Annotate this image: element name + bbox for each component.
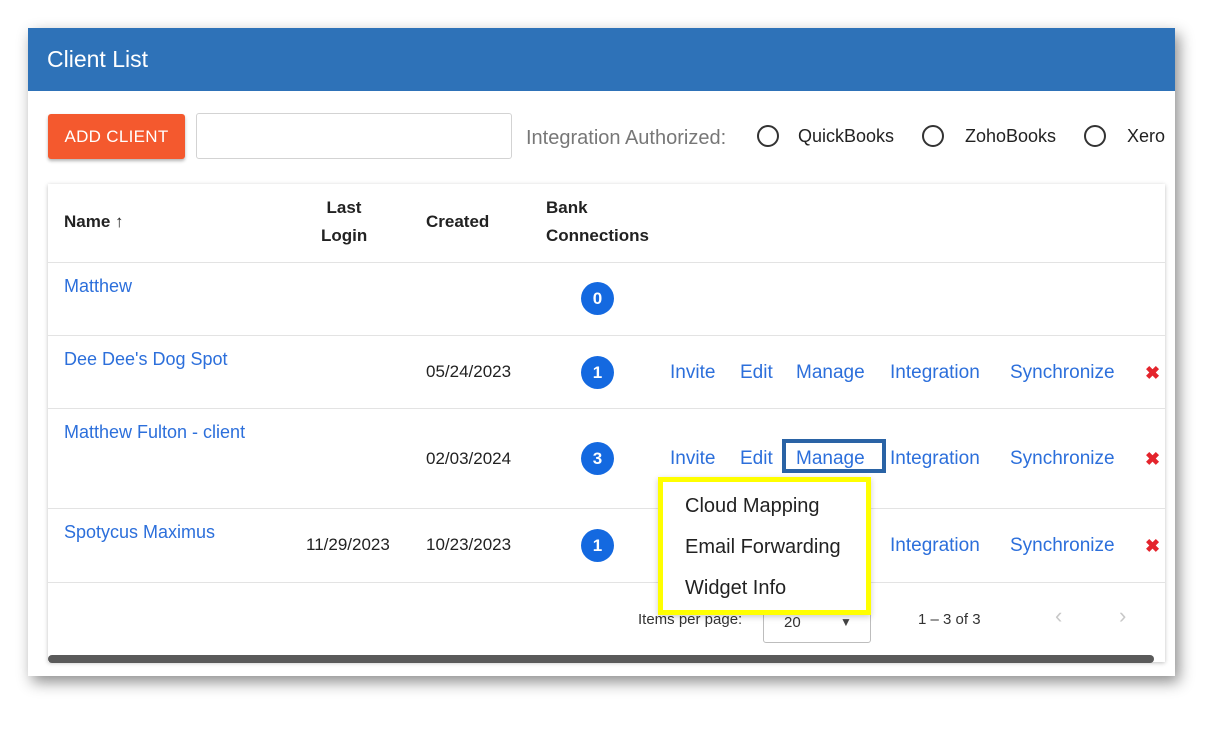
bank-connections-badge: 0 <box>581 282 614 315</box>
invite-link[interactable]: Invite <box>670 362 715 384</box>
integration-link[interactable]: Integration <box>890 535 980 557</box>
synchronize-link[interactable]: Synchronize <box>1010 362 1115 384</box>
menu-item-email-forwarding[interactable]: Email Forwarding <box>685 536 841 559</box>
created-date: 10/23/2023 <box>426 535 512 554</box>
invite-link[interactable]: Invite <box>670 448 715 470</box>
radio-label-xero: Xero <box>1127 126 1166 146</box>
row-divider <box>48 262 1165 263</box>
bank-connections-badge: 1 <box>581 356 614 389</box>
delete-icon[interactable]: ✖ <box>1145 449 1160 470</box>
row-divider <box>48 408 1165 409</box>
bank-connections-badge: 3 <box>581 442 614 475</box>
horizontal-scrollbar[interactable] <box>48 655 1154 663</box>
client-name-link[interactable]: Matthew <box>64 276 132 297</box>
column-header-last-login[interactable]: Last Login <box>321 194 367 250</box>
client-table: Name ↑ Last Login Created Bank Connectio… <box>48 184 1165 663</box>
chevron-down-icon: ▼ <box>840 615 852 629</box>
client-list-window: Client List ADD CLIENT Integration Autho… <box>28 28 1175 676</box>
sort-ascending-icon: ↑ <box>115 212 124 231</box>
synchronize-link[interactable]: Synchronize <box>1010 448 1115 470</box>
manage-link[interactable]: Manage <box>796 362 865 384</box>
last-login-date: 11/29/2023 <box>306 535 390 554</box>
delete-icon[interactable]: ✖ <box>1145 363 1160 384</box>
next-page-icon[interactable]: › <box>1119 603 1126 629</box>
client-name-link[interactable]: Spotycus Maximus <box>64 522 215 543</box>
row-divider <box>48 335 1165 336</box>
menu-item-cloud-mapping[interactable]: Cloud Mapping <box>685 495 820 518</box>
client-name-link[interactable]: Dee Dee's Dog Spot <box>64 349 228 370</box>
column-header-created[interactable]: Created <box>426 208 489 236</box>
add-client-button[interactable]: ADD CLIENT <box>48 114 185 159</box>
edit-link[interactable]: Edit <box>740 362 773 384</box>
radio-quickbooks[interactable] <box>757 125 779 147</box>
manage-highlight-box <box>782 439 886 473</box>
radio-zohobooks[interactable] <box>922 125 944 147</box>
manage-dropdown-menu: Cloud Mapping Email Forwarding Widget In… <box>658 477 871 615</box>
radio-xero[interactable] <box>1084 125 1106 147</box>
search-input[interactable] <box>196 113 512 159</box>
created-date: 05/24/2023 <box>426 362 512 381</box>
bank-connections-badge: 1 <box>581 529 614 562</box>
integration-authorized-label: Integration Authorized: <box>526 127 727 149</box>
created-date: 02/03/2024 <box>426 449 512 468</box>
radio-label-quickbooks: QuickBooks <box>798 126 895 146</box>
delete-icon[interactable]: ✖ <box>1145 536 1160 557</box>
integration-link[interactable]: Integration <box>890 362 980 384</box>
synchronize-link[interactable]: Synchronize <box>1010 535 1115 557</box>
previous-page-icon[interactable]: ‹ <box>1055 603 1062 629</box>
edit-link[interactable]: Edit <box>740 448 773 470</box>
header-connections-label: Connections <box>546 226 649 245</box>
column-header-name[interactable]: Name ↑ <box>64 208 124 236</box>
integration-link[interactable]: Integration <box>890 448 980 470</box>
column-header-bank-connections[interactable]: Bank Connections <box>546 194 649 250</box>
pagination-range: 1 – 3 of 3 <box>918 611 981 628</box>
header-last-label: Last <box>326 198 362 217</box>
radio-label-zohobooks: ZohoBooks <box>965 126 1057 146</box>
client-name-link[interactable]: Matthew Fulton - client <box>64 422 245 443</box>
page-title: Client List <box>47 46 148 72</box>
row-divider <box>48 582 1165 583</box>
titlebar: Client List <box>28 28 1175 91</box>
header-name-label: Name <box>64 212 111 231</box>
header-login-label: Login <box>321 226 368 245</box>
header-bank-label: Bank <box>546 198 588 217</box>
items-per-page-value: 20 <box>784 614 801 631</box>
row-divider <box>48 508 1165 509</box>
menu-item-widget-info[interactable]: Widget Info <box>685 577 786 600</box>
